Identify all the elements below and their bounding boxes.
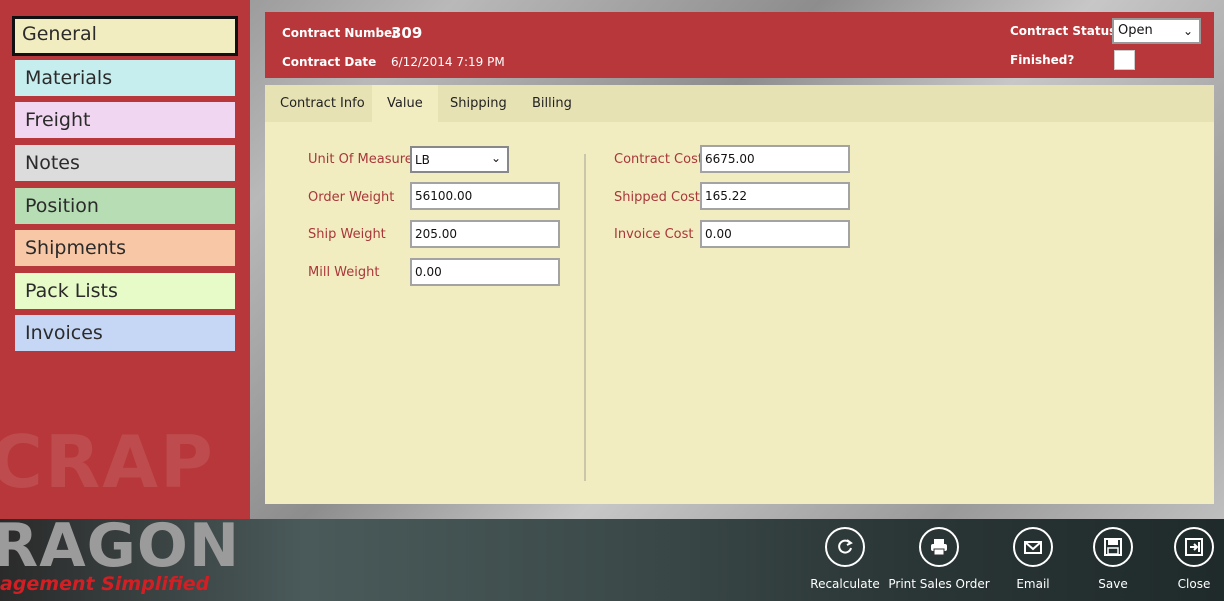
tab-bar: Contract Info Value Shipping Billing bbox=[265, 85, 1214, 122]
tab-value[interactable]: Value bbox=[372, 85, 438, 122]
ship-weight-label: Ship Weight bbox=[308, 227, 386, 242]
uom-select[interactable]: LB ⌄ bbox=[410, 146, 509, 173]
chevron-down-icon: ⌄ bbox=[490, 151, 501, 165]
close-label: Close bbox=[1177, 577, 1211, 591]
sidebar-item-position[interactable]: Position bbox=[15, 188, 235, 224]
sidebar: CRAP General Materials Freight Notes Pos… bbox=[0, 0, 250, 519]
tab-shipping[interactable]: Shipping bbox=[435, 85, 522, 122]
shipped-cost-field[interactable]: 165.22 bbox=[700, 182, 850, 210]
refresh-icon bbox=[825, 527, 865, 567]
sidebar-item-general[interactable]: General bbox=[12, 16, 238, 56]
brand-tagline: agement Simplified bbox=[0, 573, 210, 595]
sidebar-item-notes[interactable]: Notes bbox=[15, 145, 235, 181]
shipped-cost-label: Shipped Cost bbox=[614, 190, 700, 205]
printer-icon bbox=[919, 527, 959, 567]
contract-cost-field[interactable]: 6675.00 bbox=[700, 145, 850, 173]
finished-checkbox[interactable] bbox=[1114, 50, 1135, 70]
contract-number-label: Contract Number bbox=[282, 26, 399, 40]
order-weight-field[interactable]: 56100.00 bbox=[410, 182, 560, 210]
app-bar: RAGON agement Simplified Recalculate Pri… bbox=[0, 519, 1224, 601]
close-button[interactable]: Close bbox=[1139, 527, 1224, 591]
brand-title: RAGON bbox=[0, 519, 241, 581]
exit-icon bbox=[1174, 527, 1214, 567]
sidebar-watermark: CRAP bbox=[0, 420, 215, 504]
column-divider bbox=[584, 154, 586, 481]
value-tab-panel: Unit Of Measure LB ⌄ Order Weight 56100.… bbox=[265, 122, 1214, 504]
chevron-down-icon: ⌄ bbox=[1182, 24, 1193, 38]
invoice-cost-field[interactable]: 0.00 bbox=[700, 220, 850, 248]
tab-contract-info[interactable]: Contract Info bbox=[265, 85, 380, 122]
finished-label: Finished? bbox=[1010, 53, 1075, 67]
contract-status-select[interactable]: Open ⌄ bbox=[1112, 18, 1201, 44]
sidebar-item-materials[interactable]: Materials bbox=[15, 60, 235, 96]
contract-date-label: Contract Date bbox=[282, 55, 377, 69]
contract-cost-label: Contract Cost bbox=[614, 152, 703, 167]
sidebar-item-pack-lists[interactable]: Pack Lists bbox=[15, 273, 235, 309]
mill-weight-field[interactable]: 0.00 bbox=[410, 258, 560, 286]
ship-weight-field[interactable]: 205.00 bbox=[410, 220, 560, 248]
invoice-cost-label: Invoice Cost bbox=[614, 227, 694, 242]
mill-weight-label: Mill Weight bbox=[308, 265, 380, 280]
sidebar-item-shipments[interactable]: Shipments bbox=[15, 230, 235, 266]
contract-header: Contract Number 309 Contract Date 6/12/2… bbox=[265, 12, 1214, 78]
order-weight-label: Order Weight bbox=[308, 190, 395, 205]
contract-status-value: Open bbox=[1118, 23, 1153, 38]
contract-number-value: 309 bbox=[391, 24, 423, 42]
sidebar-item-freight[interactable]: Freight bbox=[15, 102, 235, 138]
contract-date-value: 6/12/2014 7:19 PM bbox=[391, 55, 505, 69]
mail-icon bbox=[1013, 527, 1053, 567]
contract-status-label: Contract Status bbox=[1010, 24, 1117, 38]
save-icon bbox=[1093, 527, 1133, 567]
uom-value: LB bbox=[415, 153, 430, 167]
uom-label: Unit Of Measure bbox=[308, 152, 413, 167]
tab-billing[interactable]: Billing bbox=[517, 85, 587, 122]
sidebar-item-invoices[interactable]: Invoices bbox=[15, 315, 235, 351]
